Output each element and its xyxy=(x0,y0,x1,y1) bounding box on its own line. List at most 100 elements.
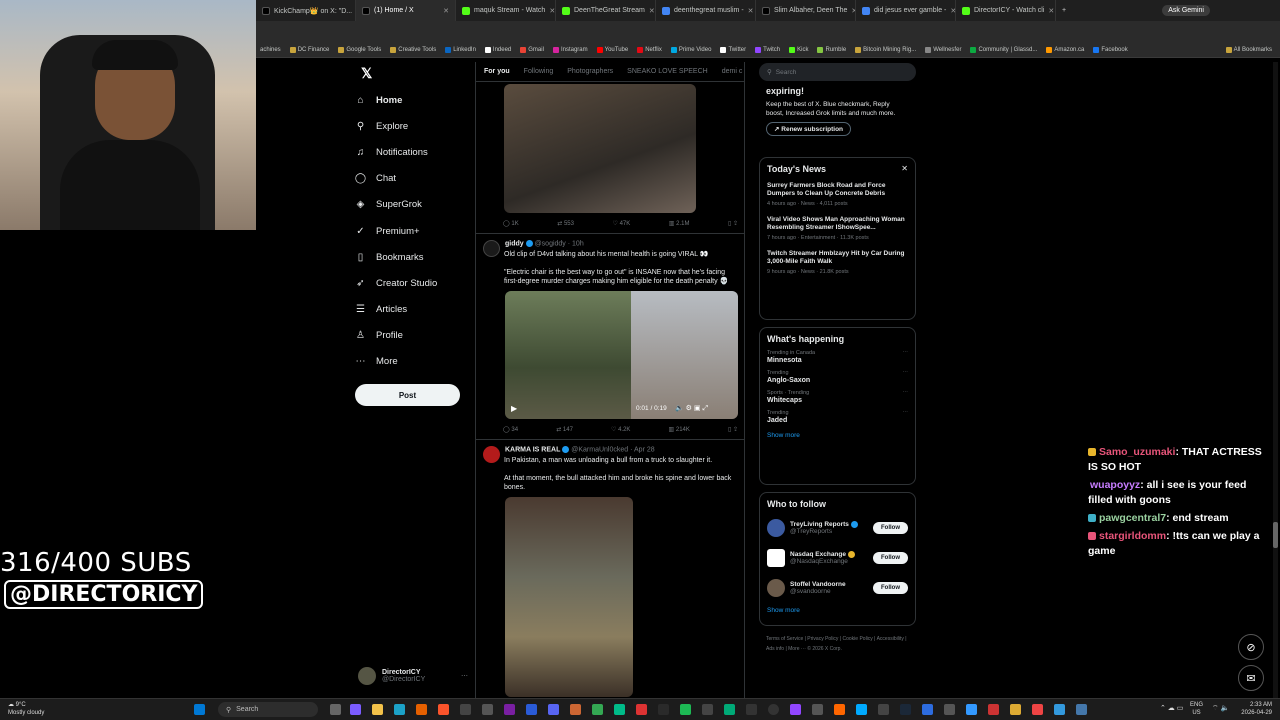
weather-widget[interactable]: ☁ 9°C Mostly cloudy xyxy=(8,701,44,717)
app-icon[interactable] xyxy=(878,704,889,715)
tweet-video[interactable]: ▶ 0:01 / 0:19 🔈 ⚙ ▣ ⤢ xyxy=(505,291,738,419)
show-more-link[interactable]: Show more xyxy=(767,607,908,614)
browser-tab[interactable]: maquk Stream - Watch ✕ xyxy=(456,0,556,21)
news-item[interactable]: Viral Video Shows Man Approaching Woman … xyxy=(767,216,908,242)
x-logo-icon[interactable]: 𝕏 xyxy=(361,65,372,82)
bookmark[interactable]: Bitcoin Mining Rig... xyxy=(855,46,916,53)
task-view-icon[interactable] xyxy=(330,704,341,715)
video-controls[interactable]: 🔈 ⚙ ▣ ⤢ xyxy=(675,404,708,413)
tray-icons[interactable]: ⌔ 🔈 xyxy=(1212,704,1229,713)
bookmark[interactable]: LinkedIn xyxy=(445,46,476,53)
nav-creator-studio[interactable]: ➶ Creator Studio xyxy=(355,270,475,296)
bookmark[interactable]: Kick xyxy=(789,46,808,53)
app-icon[interactable] xyxy=(636,704,647,715)
app-icon[interactable] xyxy=(658,704,669,715)
spotify-icon[interactable] xyxy=(680,704,691,715)
bookmark[interactable]: Instagram xyxy=(552,46,588,53)
views-button[interactable]: ▥ 214K xyxy=(669,426,690,433)
store-icon[interactable] xyxy=(482,704,493,715)
follow-suggestion[interactable]: Nasdaq Exchange @NasdaqExchange Follow xyxy=(767,547,908,569)
taskbar-search[interactable]: ⚲ Search xyxy=(218,702,318,717)
follow-button[interactable]: Follow xyxy=(873,522,908,534)
browser-tab[interactable]: Slim Albaher, Deen The✕ xyxy=(756,0,856,21)
trend-item[interactable]: Trending in Canada ⋯ Minnesota xyxy=(767,350,908,364)
follow-suggestion[interactable]: Stoffel Vandoorne @svandoorne Follow xyxy=(767,577,908,599)
browser-tab[interactable]: KickChamp👑 on X: "D...✕ xyxy=(256,0,356,21)
browser-tab[interactable]: DirectorICY - Watch cli ✕ xyxy=(956,0,1056,21)
bookmark[interactable]: YouTube xyxy=(596,46,628,53)
repost-button[interactable]: ⇄ 147 xyxy=(556,426,573,433)
news-item[interactable]: Twitch Streamer Hmblzayy Hit by Car Duri… xyxy=(767,250,908,276)
app-icon[interactable] xyxy=(922,704,933,715)
all-bookmarks[interactable]: All Bookmarks xyxy=(1225,46,1272,53)
more-icon[interactable]: ⋯ xyxy=(461,672,468,680)
app-icon[interactable] xyxy=(724,704,735,715)
new-tab-button[interactable]: + xyxy=(1056,7,1072,14)
repost-button[interactable]: ⇄ 553 xyxy=(557,220,574,227)
trend-item[interactable]: Trending ⋯ Jaded xyxy=(767,410,908,424)
bookmark-share[interactable]: ▯ ⇪ xyxy=(728,220,738,227)
ask-gemini-button[interactable]: Ask Gemini xyxy=(1162,5,1210,16)
bookmark[interactable]: Prime Video xyxy=(670,46,711,53)
app-icon[interactable] xyxy=(746,704,757,715)
author-name[interactable]: giddy xyxy=(505,240,524,247)
bookmark[interactable]: Community | Glassd... xyxy=(970,46,1037,53)
post-button[interactable]: Post xyxy=(355,384,460,406)
close-icon[interactable]: ✕ xyxy=(901,164,908,174)
app-icon[interactable] xyxy=(504,704,515,715)
chrome-icon[interactable] xyxy=(592,704,603,715)
steam-icon[interactable] xyxy=(900,704,911,715)
bookmark[interactable]: Twitch xyxy=(755,46,780,53)
bookmark[interactable]: Twitter xyxy=(720,46,746,53)
copilot-icon[interactable] xyxy=(350,704,361,715)
nav-home[interactable]: ⌂ Home xyxy=(355,87,475,113)
tab-sneako[interactable]: SNEAKO LOVE SPEECH xyxy=(627,68,708,75)
bookmark[interactable]: achines xyxy=(260,47,281,53)
follow-suggestion[interactable]: TreyLiving Reports @TreyReports Follow xyxy=(767,517,908,539)
tweet-image[interactable] xyxy=(505,497,633,697)
app-icon[interactable] xyxy=(812,704,823,715)
grok-icon[interactable]: ⊘ xyxy=(1238,634,1264,660)
browser-tab[interactable]: DeenTheGreat Stream ✕ xyxy=(556,0,656,21)
app-icon[interactable] xyxy=(856,704,867,715)
bookmark-share[interactable]: ▯ ⇪ xyxy=(728,426,738,433)
app-icon[interactable] xyxy=(1054,704,1065,715)
scrollbar-thumb[interactable] xyxy=(1273,522,1278,548)
app-icon[interactable] xyxy=(944,704,955,715)
app-icon[interactable] xyxy=(1010,704,1021,715)
firefox-icon[interactable] xyxy=(416,704,427,715)
renew-subscription-button[interactable]: ↗ Renew subscription xyxy=(766,122,852,136)
tab-photographers[interactable]: Photographers xyxy=(567,68,613,75)
follow-button[interactable]: Follow xyxy=(873,582,908,594)
bookmark[interactable]: Indeed xyxy=(484,46,511,53)
avatar[interactable] xyxy=(483,446,500,463)
app-icon[interactable] xyxy=(526,704,537,715)
brave-icon[interactable] xyxy=(438,704,449,715)
author-handle[interactable]: @KarmaUnl0cked · Apr 28 xyxy=(571,446,654,453)
system-tray[interactable]: ⌃ ☁ ▭ xyxy=(1160,704,1183,712)
play-icon[interactable]: ▶ xyxy=(511,404,517,413)
bookmark[interactable]: Creative Tools xyxy=(390,46,436,53)
nav-notifications[interactable]: ♫ Notifications xyxy=(355,139,475,165)
bookmark[interactable]: Netflix xyxy=(637,46,662,53)
messages-icon[interactable]: ✉ xyxy=(1238,665,1264,691)
nav-profile[interactable]: ♙ Profile xyxy=(355,323,475,349)
follow-button[interactable]: Follow xyxy=(873,552,908,564)
nav-more[interactable]: ⋯ More xyxy=(355,349,475,375)
browser-tab[interactable]: did jesus ever gamble - ✕ xyxy=(856,0,956,21)
author-handle[interactable]: @sogiddy · 10h xyxy=(535,240,584,247)
bookmark[interactable]: Gmail xyxy=(520,46,544,53)
app-icon[interactable] xyxy=(570,704,581,715)
nav-supergrok[interactable]: ◈ SuperGrok xyxy=(355,192,475,218)
nav-premium[interactable]: ✓ Premium+ xyxy=(355,218,475,244)
app-icon[interactable] xyxy=(1032,704,1043,715)
clock[interactable]: 2:33 AM 2026-04-29 xyxy=(1232,701,1272,717)
like-button[interactable]: ♡ 47K xyxy=(613,220,631,227)
app-icon[interactable] xyxy=(702,704,713,715)
tab-following[interactable]: Following xyxy=(524,68,554,75)
app-icon[interactable] xyxy=(614,704,625,715)
nav-bookmarks[interactable]: ▯ Bookmarks xyxy=(355,244,475,270)
app-icon[interactable] xyxy=(966,704,977,715)
nav-articles[interactable]: ☰ Articles xyxy=(355,297,475,323)
browser-tab[interactable]: deenthegreat muslim - ✕ xyxy=(656,0,756,21)
